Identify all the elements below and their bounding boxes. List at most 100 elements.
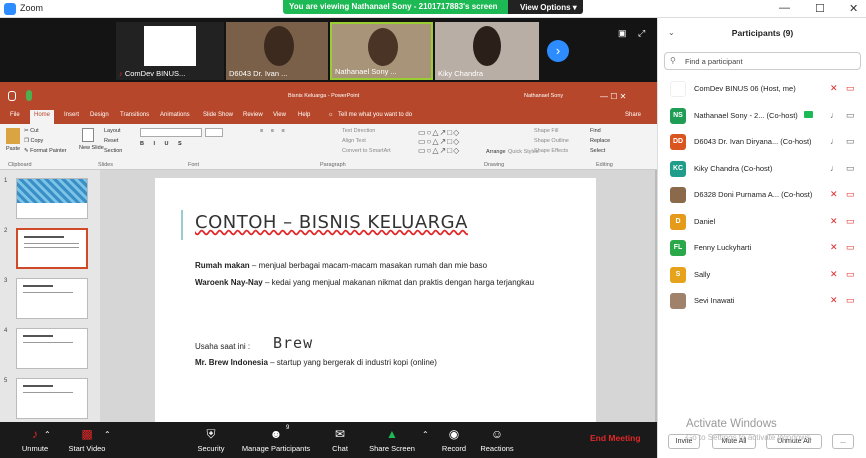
view-options-button[interactable]: View Options ▾ xyxy=(508,0,583,14)
ppt-window-controls[interactable]: — ☐ ✕ xyxy=(600,92,626,101)
video-off-icon[interactable]: ▭ xyxy=(846,269,855,280)
ppt-tab-help[interactable]: Help xyxy=(298,112,310,118)
video-tile[interactable]: ♪ ComDev BINUS... xyxy=(116,22,224,80)
format-painter-button[interactable]: ✎ Format Painter xyxy=(24,148,67,154)
thumbnail-line xyxy=(24,243,79,244)
layout-button[interactable]: Layout xyxy=(104,128,121,134)
text-direction-button[interactable]: Text Direction xyxy=(342,128,375,134)
shape-fill-button[interactable]: Shape Fill xyxy=(534,128,558,134)
muted-mic-icon[interactable]: ✕ xyxy=(830,242,838,253)
video-icon[interactable]: ▭ xyxy=(846,136,855,147)
ppt-tab-insert[interactable]: Insert xyxy=(64,112,79,118)
participant-row[interactable]: S Sally ✕ ▭ xyxy=(658,262,866,288)
slide-thumbnail[interactable] xyxy=(16,378,88,419)
cut-button[interactable]: ✂ Cut xyxy=(24,128,39,134)
ppt-doc-title: Bisnis Keluarga - PowerPoint xyxy=(288,93,360,99)
layout-icon[interactable]: ▣ xyxy=(618,28,627,39)
start-video-button[interactable]: ▩ Start Video xyxy=(52,422,122,458)
participant-row[interactable]: D Daniel ✕ ▭ xyxy=(658,209,866,235)
select-button[interactable]: Select xyxy=(590,148,605,154)
search-icon: ⚲ xyxy=(670,56,676,65)
shapes-gallery[interactable]: ▭○△↗□◇ ▭○△↗□◇ ▭○△↗□◇ xyxy=(418,128,460,155)
muted-mic-icon[interactable]: ✕ xyxy=(830,295,838,306)
maximize-icon[interactable]: ☐ xyxy=(815,2,825,15)
muted-mic-icon[interactable]: ✕ xyxy=(830,216,838,227)
video-off-icon[interactable]: ▭ xyxy=(846,83,855,94)
video-off-icon[interactable]: ▭ xyxy=(846,295,855,306)
video-icon[interactable]: ▭ xyxy=(846,110,855,121)
replace-button[interactable]: Replace xyxy=(590,138,610,144)
list-buttons[interactable]: ≡ ≡ ≡ xyxy=(260,128,288,134)
mic-icon[interactable]: ♩ xyxy=(830,163,839,173)
participant-row[interactable]: DD D6043 Dr. Ivan Diryana... (Co-host) ♩ ▭ xyxy=(658,129,866,155)
ppt-tab-review[interactable]: Review xyxy=(243,112,263,118)
audio-options-chevron-icon[interactable]: ⌃ xyxy=(44,430,51,439)
ppt-share-button[interactable]: Share xyxy=(625,112,641,118)
fullscreen-icon[interactable]: ⤢ xyxy=(638,28,645,39)
participant-row[interactable]: FL Fenny Luckyharti ✕ ▭ xyxy=(658,235,866,261)
more-options-button[interactable]: ... xyxy=(832,434,854,449)
ppt-tab-view[interactable]: View xyxy=(273,112,286,118)
ppt-tab-animations[interactable]: Animations xyxy=(160,112,190,118)
section-button[interactable]: Section xyxy=(104,148,122,154)
participant-row[interactable]: D6328 Doni Purnama A... (Co-host) ✕ ▭ xyxy=(658,182,866,208)
thumbnail-line xyxy=(24,247,79,248)
ppt-tab-slideshow[interactable]: Slide Show xyxy=(203,112,233,118)
font-format-buttons[interactable]: B I U S xyxy=(140,141,186,147)
close-icon[interactable]: ✕ xyxy=(849,2,858,15)
reactions-button[interactable]: ☺ Reactions xyxy=(462,422,532,458)
participant-search-input[interactable]: ⚲ Find a participant xyxy=(664,52,861,70)
ppt-tab-file[interactable]: File xyxy=(10,112,20,118)
slide-thumbnail[interactable] xyxy=(16,178,88,219)
shape-outline-button[interactable]: Shape Outline xyxy=(534,138,569,144)
find-button[interactable]: Find xyxy=(590,128,601,134)
reset-button[interactable]: Reset xyxy=(104,138,118,144)
video-off-icon[interactable]: ▭ xyxy=(846,242,855,253)
convert-smartart-button[interactable]: Convert to SmartArt xyxy=(342,148,391,154)
ppt-tab-transitions[interactable]: Transitions xyxy=(120,112,149,118)
video-off-icon[interactable]: ▭ xyxy=(846,216,855,227)
slide-thumbnail[interactable] xyxy=(16,328,88,369)
paste-icon[interactable] xyxy=(6,128,20,144)
shape-effects-button[interactable]: Shape Effects xyxy=(534,148,568,154)
ppt-tab-design[interactable]: Design xyxy=(90,112,109,118)
font-name-input[interactable] xyxy=(140,128,202,137)
ppt-user: Nathanael Sony xyxy=(524,93,564,99)
mic-icon[interactable]: ♩ xyxy=(830,110,839,120)
participant-row[interactable]: KC Kiky Chandra (Co-host) ♩ ▭ xyxy=(658,156,866,182)
slide-paragraph-2: Waroenk Nay-Nay – kedai yang menjual mak… xyxy=(195,277,565,288)
video-tile[interactable]: Kiky Chandra xyxy=(435,22,539,80)
slide-thumbnail[interactable] xyxy=(16,278,88,319)
muted-mic-icon[interactable]: ✕ xyxy=(830,83,838,94)
end-meeting-button[interactable]: End Meeting xyxy=(590,433,641,443)
video-tile[interactable]: D6043 Dr. Ivan ... xyxy=(226,22,328,80)
new-slide-label[interactable]: New Slide xyxy=(79,145,104,151)
participant-row[interactable]: Sevi Inawati ✕ ▭ xyxy=(658,288,866,314)
align-text-button[interactable]: Align Text xyxy=(342,138,366,144)
new-slide-icon[interactable] xyxy=(82,128,94,142)
participant-row[interactable]: NS Nathanael Sony - 2... (Co-host) ♩ ▭ xyxy=(658,103,866,129)
slide-p1-bold: Rumah makan xyxy=(195,261,250,270)
font-size-input[interactable] xyxy=(205,128,223,137)
ppt-tab-home[interactable]: Home xyxy=(30,110,55,124)
muted-mic-icon[interactable]: ✕ xyxy=(830,189,838,200)
ppt-tell-me[interactable]: Tell me what you want to do xyxy=(338,112,412,118)
minimize-icon[interactable]: — xyxy=(779,2,790,14)
video-icon[interactable]: ▭ xyxy=(846,163,855,174)
manage-participants-button[interactable]: ☻ Manage Participants xyxy=(240,422,312,458)
video-off-icon[interactable]: ▭ xyxy=(846,189,855,200)
share-screen-button[interactable]: ▲ Share Screen xyxy=(357,422,427,458)
avatar xyxy=(670,81,686,97)
participant-row[interactable]: ComDev BINUS 06 (Host, me) ✕ ▭ xyxy=(658,76,866,102)
arrange-button[interactable]: Arrange xyxy=(486,149,506,155)
video-options-chevron-icon[interactable]: ⌃ xyxy=(104,430,111,439)
muted-mic-icon[interactable]: ✕ xyxy=(830,269,838,280)
gallery-next-button[interactable]: › xyxy=(547,40,569,62)
slide-thumbnail-selected[interactable] xyxy=(16,228,88,269)
mic-icon[interactable]: ♩ xyxy=(830,136,839,146)
paste-label[interactable]: Paste xyxy=(6,146,20,152)
copy-button[interactable]: ❐ Copy xyxy=(24,138,43,144)
video-tile-active-speaker[interactable]: Nathanael Sony ... xyxy=(330,22,433,80)
security-button[interactable]: ⛨ Security xyxy=(176,422,246,458)
avatar: NS xyxy=(670,107,686,124)
